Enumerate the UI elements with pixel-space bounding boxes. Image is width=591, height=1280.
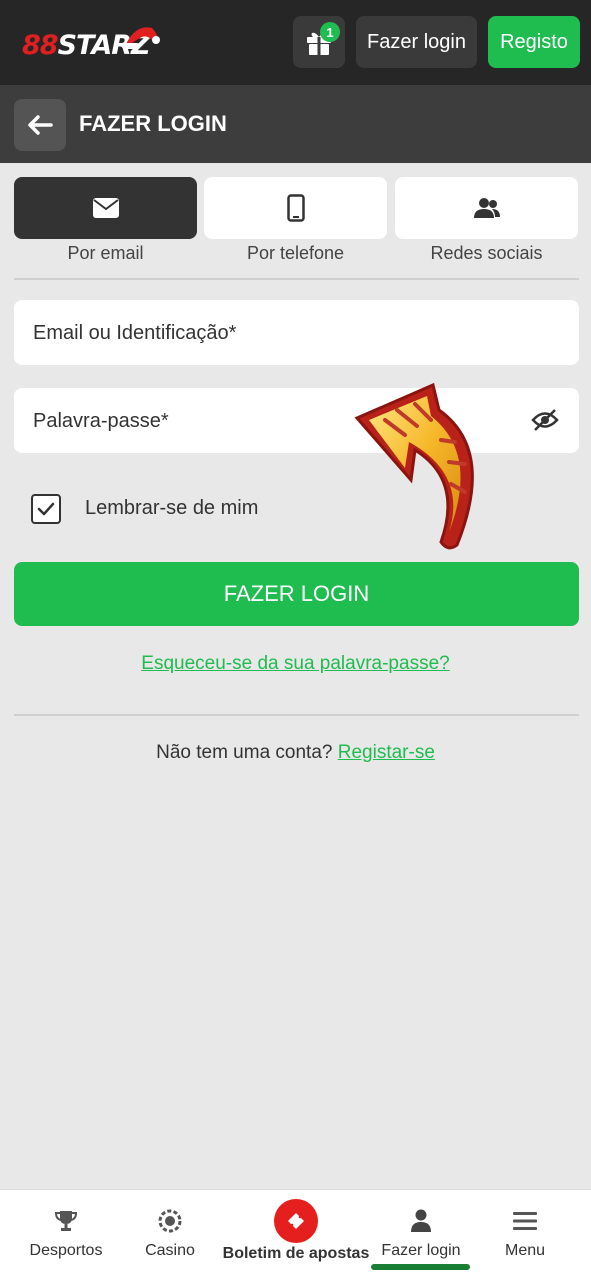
nav-casino-label: Casino (145, 1242, 195, 1259)
gift-button[interactable]: 1 (293, 16, 345, 68)
phone-icon (286, 194, 305, 222)
divider (14, 278, 579, 280)
header-login-button[interactable]: Fazer login (356, 16, 477, 68)
signup-link[interactable]: Registar-se (338, 742, 435, 763)
trophy-icon (54, 1211, 78, 1231)
nav-sports-label: Desportos (29, 1242, 103, 1259)
divider (14, 714, 579, 716)
page-title: FAZER LOGIN (79, 111, 227, 136)
nav-betslip[interactable]: Boletim de apostas (222, 1190, 370, 1280)
tab-email-label: Por email (67, 243, 144, 263)
remember-checkbox[interactable] (31, 494, 61, 524)
tab-phone-label: Por telefone (246, 243, 345, 263)
forgot-password-link: Esqueceu-se da sua palavra-passe? (0, 653, 591, 675)
nav-login-label: Fazer login (381, 1242, 461, 1259)
tab-email[interactable] (14, 177, 197, 239)
eye-slash-icon[interactable] (531, 408, 559, 432)
nav-casino[interactable]: Casino (115, 1190, 225, 1280)
login-submit-button[interactable]: FAZER LOGIN (14, 562, 579, 626)
title-bar: FAZER LOGIN (0, 85, 591, 163)
bottom-navigation: Desportos Casino Boletim de apostas Faze… (0, 1189, 591, 1280)
ticket-icon (288, 1213, 304, 1229)
nav-sports[interactable]: Desportos (11, 1190, 121, 1280)
gift-count-badge: 1 (320, 22, 340, 42)
header-register-button[interactable]: Registo (488, 16, 580, 68)
menu-icon (513, 1212, 537, 1230)
active-tab-indicator (371, 1264, 470, 1270)
password-placeholder: Palavra-passe* (33, 410, 169, 432)
top-bar: 88STARZ 1 Fazer login Registo (0, 0, 591, 85)
tab-social-label: Redes sociais (430, 243, 543, 263)
signup-row: Não tem uma conta? Registar-se (0, 742, 591, 764)
brand-logo[interactable]: 88STARZ (22, 26, 162, 61)
logo-prefix: 88 (22, 30, 59, 61)
nav-menu-label: Menu (504, 1242, 546, 1259)
user-icon (411, 1209, 431, 1232)
arrow-left-icon (28, 115, 53, 135)
users-icon (473, 198, 500, 218)
nav-menu[interactable]: Menu (470, 1190, 580, 1280)
back-button[interactable] (14, 99, 66, 151)
email-placeholder: Email ou Identificação* (33, 322, 237, 344)
pointer-arrow-graphic (354, 382, 474, 550)
remember-label: Lembrar-se de mim (85, 497, 259, 519)
checkmark-icon (37, 502, 55, 516)
tab-social[interactable] (395, 177, 578, 239)
nav-betslip-label: Boletim de apostas (222, 1245, 370, 1262)
envelope-icon (92, 198, 119, 218)
santa-hat-icon (124, 27, 160, 49)
forgot-password-link-text[interactable]: Esqueceu-se da sua palavra-passe? (141, 653, 449, 674)
email-field[interactable]: Email ou Identificação* (14, 300, 579, 365)
tab-phone[interactable] (204, 177, 387, 239)
chip-icon (158, 1209, 182, 1233)
signup-prompt: Não tem uma conta? (156, 742, 333, 763)
